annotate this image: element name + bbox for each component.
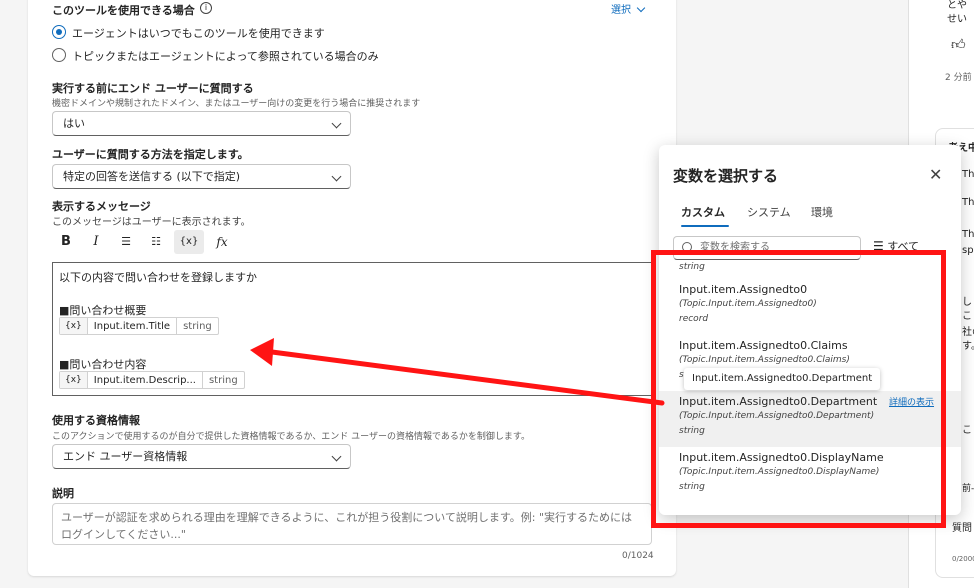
annotation-arrow	[250, 338, 665, 406]
